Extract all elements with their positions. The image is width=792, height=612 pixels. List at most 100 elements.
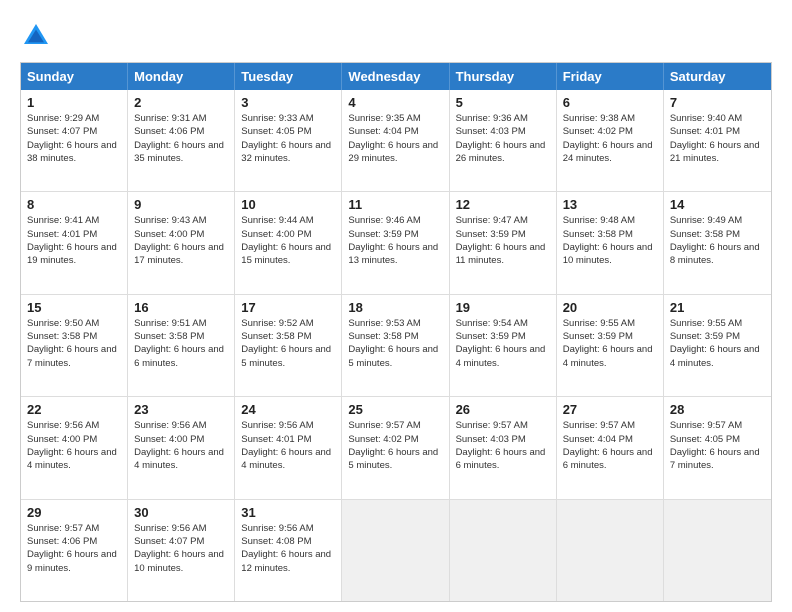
- day-number: 1: [27, 95, 121, 110]
- day-number: 22: [27, 402, 121, 417]
- day-info: Sunrise: 9:55 AM Sunset: 3:59 PM Dayligh…: [563, 317, 657, 370]
- day-info: Sunrise: 9:50 AM Sunset: 3:58 PM Dayligh…: [27, 317, 121, 370]
- header-day-sunday: Sunday: [21, 63, 128, 90]
- day-number: 30: [134, 505, 228, 520]
- day-info: Sunrise: 9:47 AM Sunset: 3:59 PM Dayligh…: [456, 214, 550, 267]
- week-row-1: 1 Sunrise: 9:29 AM Sunset: 4:07 PM Daylig…: [21, 90, 771, 191]
- day-cell-12: 12 Sunrise: 9:47 AM Sunset: 3:59 PM Dayli…: [450, 192, 557, 293]
- header-day-saturday: Saturday: [664, 63, 771, 90]
- week-row-3: 15 Sunrise: 9:50 AM Sunset: 3:58 PM Dayli…: [21, 294, 771, 396]
- day-info: Sunrise: 9:55 AM Sunset: 3:59 PM Dayligh…: [670, 317, 765, 370]
- empty-cell: [450, 500, 557, 601]
- day-info: Sunrise: 9:38 AM Sunset: 4:02 PM Dayligh…: [563, 112, 657, 165]
- day-cell-7: 7 Sunrise: 9:40 AM Sunset: 4:01 PM Daylig…: [664, 90, 771, 191]
- day-cell-14: 14 Sunrise: 9:49 AM Sunset: 3:58 PM Dayli…: [664, 192, 771, 293]
- day-number: 19: [456, 300, 550, 315]
- day-info: Sunrise: 9:53 AM Sunset: 3:58 PM Dayligh…: [348, 317, 442, 370]
- day-number: 3: [241, 95, 335, 110]
- day-info: Sunrise: 9:33 AM Sunset: 4:05 PM Dayligh…: [241, 112, 335, 165]
- day-info: Sunrise: 9:56 AM Sunset: 4:07 PM Dayligh…: [134, 522, 228, 575]
- day-cell-3: 3 Sunrise: 9:33 AM Sunset: 4:05 PM Daylig…: [235, 90, 342, 191]
- header-day-tuesday: Tuesday: [235, 63, 342, 90]
- day-number: 20: [563, 300, 657, 315]
- day-cell-28: 28 Sunrise: 9:57 AM Sunset: 4:05 PM Dayli…: [664, 397, 771, 498]
- day-cell-8: 8 Sunrise: 9:41 AM Sunset: 4:01 PM Daylig…: [21, 192, 128, 293]
- day-info: Sunrise: 9:56 AM Sunset: 4:01 PM Dayligh…: [241, 419, 335, 472]
- empty-cell: [342, 500, 449, 601]
- day-number: 23: [134, 402, 228, 417]
- day-info: Sunrise: 9:49 AM Sunset: 3:58 PM Dayligh…: [670, 214, 765, 267]
- day-cell-22: 22Sunrise: 9:56 AM Sunset: 4:00 PM Dayli…: [21, 397, 128, 498]
- day-cell-4: 4 Sunrise: 9:35 AM Sunset: 4:04 PM Daylig…: [342, 90, 449, 191]
- day-info: Sunrise: 9:29 AM Sunset: 4:07 PM Dayligh…: [27, 112, 121, 165]
- day-number: 17: [241, 300, 335, 315]
- day-number: 4: [348, 95, 442, 110]
- day-cell-21: 21 Sunrise: 9:55 AM Sunset: 3:59 PM Dayli…: [664, 295, 771, 396]
- header-day-wednesday: Wednesday: [342, 63, 449, 90]
- logo: [20, 20, 56, 52]
- day-cell-26: 26 Sunrise: 9:57 AM Sunset: 4:03 PM Dayli…: [450, 397, 557, 498]
- day-cell-15: 15 Sunrise: 9:50 AM Sunset: 3:58 PM Dayli…: [21, 295, 128, 396]
- day-cell-10: 10Sunrise: 9:44 AM Sunset: 4:00 PM Dayli…: [235, 192, 342, 293]
- day-info: Sunrise: 9:41 AM Sunset: 4:01 PM Dayligh…: [27, 214, 121, 267]
- day-number: 26: [456, 402, 550, 417]
- day-info: Sunrise: 9:57 AM Sunset: 4:05 PM Dayligh…: [670, 419, 765, 472]
- day-info: Sunrise: 9:57 AM Sunset: 4:06 PM Dayligh…: [27, 522, 121, 575]
- day-info: Sunrise: 9:57 AM Sunset: 4:03 PM Dayligh…: [456, 419, 550, 472]
- week-row-2: 8 Sunrise: 9:41 AM Sunset: 4:01 PM Daylig…: [21, 191, 771, 293]
- day-number: 7: [670, 95, 765, 110]
- day-cell-19: 19 Sunrise: 9:54 AM Sunset: 3:59 PM Dayli…: [450, 295, 557, 396]
- day-info: Sunrise: 9:56 AM Sunset: 4:00 PM Dayligh…: [134, 419, 228, 472]
- day-info: Sunrise: 9:52 AM Sunset: 3:58 PM Dayligh…: [241, 317, 335, 370]
- day-info: Sunrise: 9:57 AM Sunset: 4:04 PM Dayligh…: [563, 419, 657, 472]
- day-info: Sunrise: 9:44 AM Sunset: 4:00 PM Dayligh…: [241, 214, 335, 267]
- calendar-header: SundayMondayTuesdayWednesdayThursdayFrid…: [21, 63, 771, 90]
- day-info: Sunrise: 9:31 AM Sunset: 4:06 PM Dayligh…: [134, 112, 228, 165]
- header-day-friday: Friday: [557, 63, 664, 90]
- page: SundayMondayTuesdayWednesdayThursdayFrid…: [0, 0, 792, 612]
- day-number: 8: [27, 197, 121, 212]
- day-cell-9: 9 Sunrise: 9:43 AM Sunset: 4:00 PM Daylig…: [128, 192, 235, 293]
- day-number: 28: [670, 402, 765, 417]
- day-cell-24: 24 Sunrise: 9:56 AM Sunset: 4:01 PM Dayli…: [235, 397, 342, 498]
- empty-cell: [557, 500, 664, 601]
- week-row-5: 29 Sunrise: 9:57 AM Sunset: 4:06 PM Dayli…: [21, 499, 771, 601]
- calendar-body: 1 Sunrise: 9:29 AM Sunset: 4:07 PM Daylig…: [21, 90, 771, 601]
- week-row-4: 22 Sunrise: 9:56 AM Sunset: 4:00 PM Dayli…: [21, 396, 771, 498]
- day-cell-13: 13 Sunrise: 9:48 AM Sunset: 3:58 PM Dayli…: [557, 192, 664, 293]
- day-number: 24: [241, 402, 335, 417]
- day-number: 15: [27, 300, 121, 315]
- day-info: Sunrise: 9:35 AM Sunset: 4:04 PM Dayligh…: [348, 112, 442, 165]
- day-cell-2: 2Sunrise: 9:31 AM Sunset: 4:06 PM Daylig…: [128, 90, 235, 191]
- day-number: 29: [27, 505, 121, 520]
- day-cell-23: 23 Sunrise: 9:56 AM Sunset: 4:00 PM Dayli…: [128, 397, 235, 498]
- day-number: 14: [670, 197, 765, 212]
- day-number: 12: [456, 197, 550, 212]
- logo-icon: [20, 20, 52, 52]
- day-info: Sunrise: 9:43 AM Sunset: 4:00 PM Dayligh…: [134, 214, 228, 267]
- day-cell-25: 25Sunrise: 9:57 AM Sunset: 4:02 PM Dayli…: [342, 397, 449, 498]
- day-number: 11: [348, 197, 442, 212]
- header-day-monday: Monday: [128, 63, 235, 90]
- day-info: Sunrise: 9:51 AM Sunset: 3:58 PM Dayligh…: [134, 317, 228, 370]
- day-cell-30: 30 Sunrise: 9:56 AM Sunset: 4:07 PM Dayli…: [128, 500, 235, 601]
- day-cell-27: 27Sunrise: 9:57 AM Sunset: 4:04 PM Dayli…: [557, 397, 664, 498]
- day-info: Sunrise: 9:48 AM Sunset: 3:58 PM Dayligh…: [563, 214, 657, 267]
- day-info: Sunrise: 9:57 AM Sunset: 4:02 PM Dayligh…: [348, 419, 442, 472]
- day-number: 5: [456, 95, 550, 110]
- day-number: 16: [134, 300, 228, 315]
- day-number: 9: [134, 197, 228, 212]
- day-info: Sunrise: 9:36 AM Sunset: 4:03 PM Dayligh…: [456, 112, 550, 165]
- header: [20, 20, 772, 52]
- day-number: 18: [348, 300, 442, 315]
- day-info: Sunrise: 9:54 AM Sunset: 3:59 PM Dayligh…: [456, 317, 550, 370]
- day-info: Sunrise: 9:40 AM Sunset: 4:01 PM Dayligh…: [670, 112, 765, 165]
- day-cell-11: 11 Sunrise: 9:46 AM Sunset: 3:59 PM Dayli…: [342, 192, 449, 293]
- day-cell-17: 17 Sunrise: 9:52 AM Sunset: 3:58 PM Dayli…: [235, 295, 342, 396]
- day-cell-31: 31Sunrise: 9:56 AM Sunset: 4:08 PM Dayli…: [235, 500, 342, 601]
- day-info: Sunrise: 9:46 AM Sunset: 3:59 PM Dayligh…: [348, 214, 442, 267]
- day-number: 21: [670, 300, 765, 315]
- day-number: 6: [563, 95, 657, 110]
- empty-cell: [664, 500, 771, 601]
- day-number: 13: [563, 197, 657, 212]
